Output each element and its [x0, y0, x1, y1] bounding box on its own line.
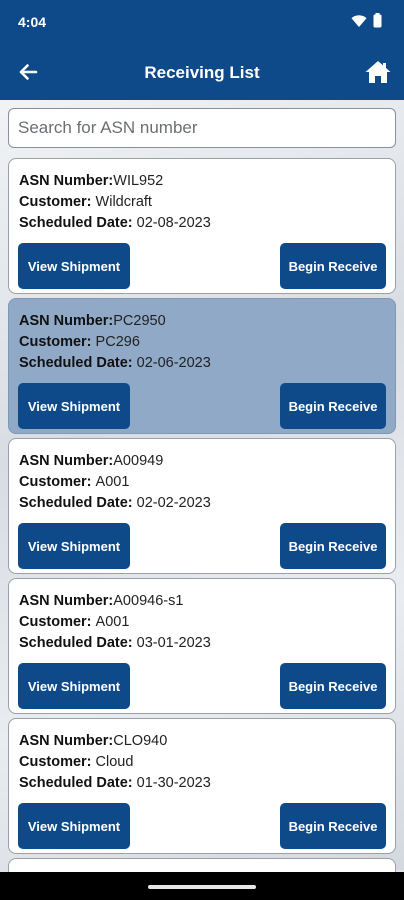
asn-label: ASN Number: — [19, 453, 114, 469]
scheduled-date-label: Scheduled Date: — [19, 355, 137, 371]
scheduled-date-value: 03-01-2023 — [136, 635, 211, 651]
search-input[interactable] — [9, 109, 395, 147]
asn-label: ASN Number: — [19, 173, 114, 189]
scheduled-date-label: Scheduled Date: — [19, 215, 137, 231]
shipment-card[interactable]: ASN Number:WIL952 Customer: Wildcraft Sche… — [8, 158, 396, 294]
customer-label: Customer: — [19, 474, 96, 490]
begin-receive-button[interactable]: Begin Receive — [280, 803, 386, 849]
scheduled-date-label: Scheduled Date: — [19, 775, 137, 791]
asn-label: ASN Number: — [19, 593, 114, 609]
wifi-icon — [351, 14, 367, 27]
battery-icon — [373, 13, 382, 28]
scheduled-date-row: Scheduled Date: 03-01-2023 — [19, 635, 211, 651]
view-shipment-button[interactable]: View Shipment — [18, 523, 130, 569]
asn-row: ASN Number:WIL952 — [19, 173, 163, 189]
scheduled-date-row: Scheduled Date: 01-30-2023 — [19, 775, 211, 791]
asn-value: PC2950 — [113, 313, 166, 329]
asn-value: WIL952 — [113, 173, 164, 189]
asn-row: ASN Number:A00946-s1 — [19, 593, 183, 609]
scheduled-date-row: Scheduled Date: 02-02-2023 — [19, 495, 211, 511]
shipment-card[interactable]: ASN Number:PC2950 Customer: PC296 Schedule… — [8, 298, 396, 434]
begin-receive-button[interactable]: Begin Receive — [280, 243, 386, 289]
scheduled-date-value: 02-06-2023 — [136, 355, 211, 371]
status-time: 4:04 — [18, 14, 47, 30]
customer-value: Cloud — [95, 754, 134, 770]
view-shipment-button[interactable]: View Shipment — [18, 243, 130, 289]
status-bar: 4:04 — [0, 0, 404, 44]
customer-row: Customer: A001 — [19, 474, 129, 490]
list-item-partial — [8, 858, 396, 872]
home-icon[interactable] — [364, 58, 392, 86]
customer-value: A001 — [95, 614, 130, 630]
app-bar: Receiving List — [0, 44, 404, 100]
scheduled-date-value: 02-08-2023 — [136, 215, 211, 231]
shipment-card[interactable]: ASN Number:CLO940 Customer: Cloud Schedule… — [8, 718, 396, 854]
scheduled-date-value: 02-02-2023 — [136, 495, 211, 511]
customer-row: Customer: PC296 — [19, 334, 140, 350]
shipment-card[interactable]: ASN Number:A00949 Customer: A001 Scheduled… — [8, 438, 396, 574]
asn-value: CLO940 — [113, 733, 168, 749]
page-title: Receiving List — [144, 63, 260, 82]
scheduled-date-label: Scheduled Date: — [19, 635, 137, 651]
asn-value: A00949 — [113, 453, 164, 469]
begin-receive-button[interactable]: Begin Receive — [280, 383, 386, 429]
begin-receive-button[interactable]: Begin Receive — [280, 663, 386, 709]
view-shipment-button[interactable]: View Shipment — [18, 803, 130, 849]
customer-label: Customer: — [19, 334, 96, 350]
shipment-card[interactable]: ASN Number:A00946-s1 Customer: A001 Schedu… — [8, 578, 396, 714]
customer-row: Customer: A001 — [19, 614, 129, 630]
begin-receive-button[interactable]: Begin Receive — [280, 523, 386, 569]
asn-label: ASN Number: — [19, 313, 114, 329]
view-shipment-button[interactable]: View Shipment — [18, 383, 130, 429]
asn-label: ASN Number: — [19, 733, 114, 749]
asn-value: A00946-s1 — [113, 593, 184, 609]
asn-row: ASN Number:CLO940 — [19, 733, 167, 749]
system-nav-bar — [0, 872, 404, 900]
customer-value: A001 — [95, 474, 130, 490]
home-gesture-handle[interactable] — [148, 885, 256, 889]
scheduled-date-value: 01-30-2023 — [136, 775, 211, 791]
customer-label: Customer: — [19, 194, 96, 210]
customer-row: Customer: Wildcraft — [19, 194, 152, 210]
view-shipment-button[interactable]: View Shipment — [18, 663, 130, 709]
search-box — [8, 108, 396, 148]
customer-label: Customer: — [19, 614, 96, 630]
customer-label: Customer: — [19, 754, 96, 770]
asn-row: ASN Number:PC2950 — [19, 313, 166, 329]
status-icons — [351, 13, 382, 28]
customer-value: Wildcraft — [95, 194, 152, 210]
customer-value: PC296 — [95, 334, 140, 350]
scheduled-date-label: Scheduled Date: — [19, 495, 137, 511]
scheduled-date-row: Scheduled Date: 02-08-2023 — [19, 215, 211, 231]
scheduled-date-row: Scheduled Date: 02-06-2023 — [19, 355, 211, 371]
asn-row: ASN Number:A00949 — [19, 453, 163, 469]
customer-row: Customer: Cloud — [19, 754, 133, 770]
